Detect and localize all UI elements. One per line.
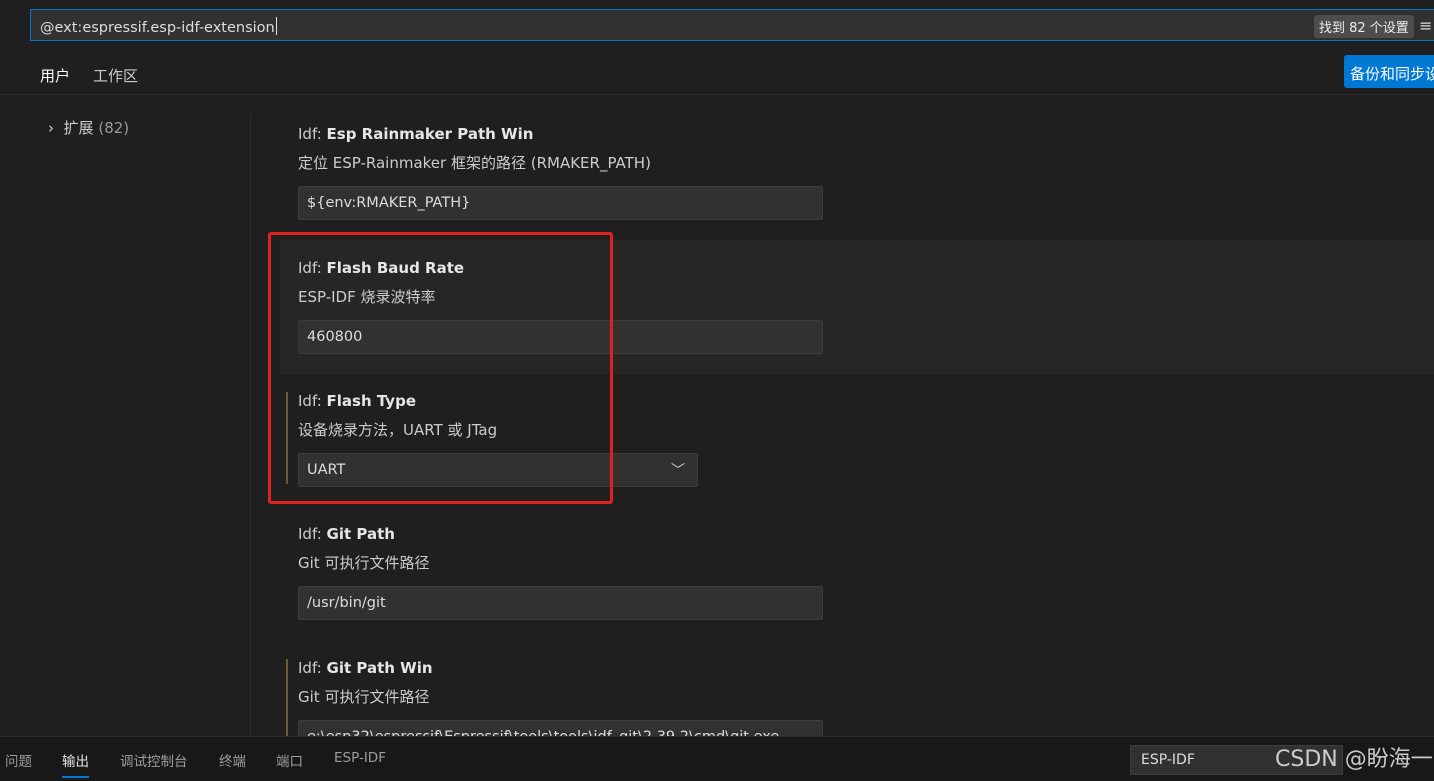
panel-tab-esp-idf[interactable]: ESP-IDF xyxy=(334,750,386,766)
panel-tab-output[interactable]: 输出 xyxy=(62,750,89,778)
rainmaker-path-input[interactable]: ${env:RMAKER_PATH} xyxy=(298,186,823,220)
tab-user[interactable]: 用户 xyxy=(40,65,71,95)
panel-tab-ports[interactable]: 端口 xyxy=(276,750,303,770)
divider xyxy=(0,94,1434,95)
result-count-badge: 找到 82 个设置 xyxy=(1314,15,1414,38)
bottom-panel: 问题 输出 调试控制台 终端 端口 ESP-IDF ESP-IDF CSDN @… xyxy=(0,736,1434,781)
setting-git-path: Idf: Git Path Git 可执行文件路径 /usr/bin/git xyxy=(280,525,1434,620)
watermark: CSDN @盼海一 xyxy=(1275,747,1433,772)
highlight-annotation xyxy=(268,232,613,504)
git-path-input[interactable]: /usr/bin/git xyxy=(298,586,823,620)
filter-list-icon[interactable]: ≡ xyxy=(1419,16,1432,35)
setting-esp-rainmaker-path-win: Idf: Esp Rainmaker Path Win 定位 ESP-Rainm… xyxy=(280,125,1434,220)
chevron-down-icon: ﹀ xyxy=(671,463,685,479)
search-value[interactable]: @ext:espressif.esp-idf-extension xyxy=(40,17,277,36)
panel-tab-problems[interactable]: 问题 xyxy=(5,750,32,770)
sash[interactable] xyxy=(250,114,251,736)
backup-sync-button[interactable]: 备份和同步设置 xyxy=(1344,55,1434,88)
panel-tab-debug-console[interactable]: 调试控制台 xyxy=(120,750,188,770)
chevron-right-icon: › xyxy=(48,119,54,137)
tree-item-extensions[interactable]: › 扩展 (82) xyxy=(48,117,129,138)
tab-workspace[interactable]: 工作区 xyxy=(93,65,138,86)
settings-search-input[interactable]: @ext:espressif.esp-idf-extension xyxy=(30,9,1434,41)
panel-tab-terminal[interactable]: 终端 xyxy=(219,750,246,770)
